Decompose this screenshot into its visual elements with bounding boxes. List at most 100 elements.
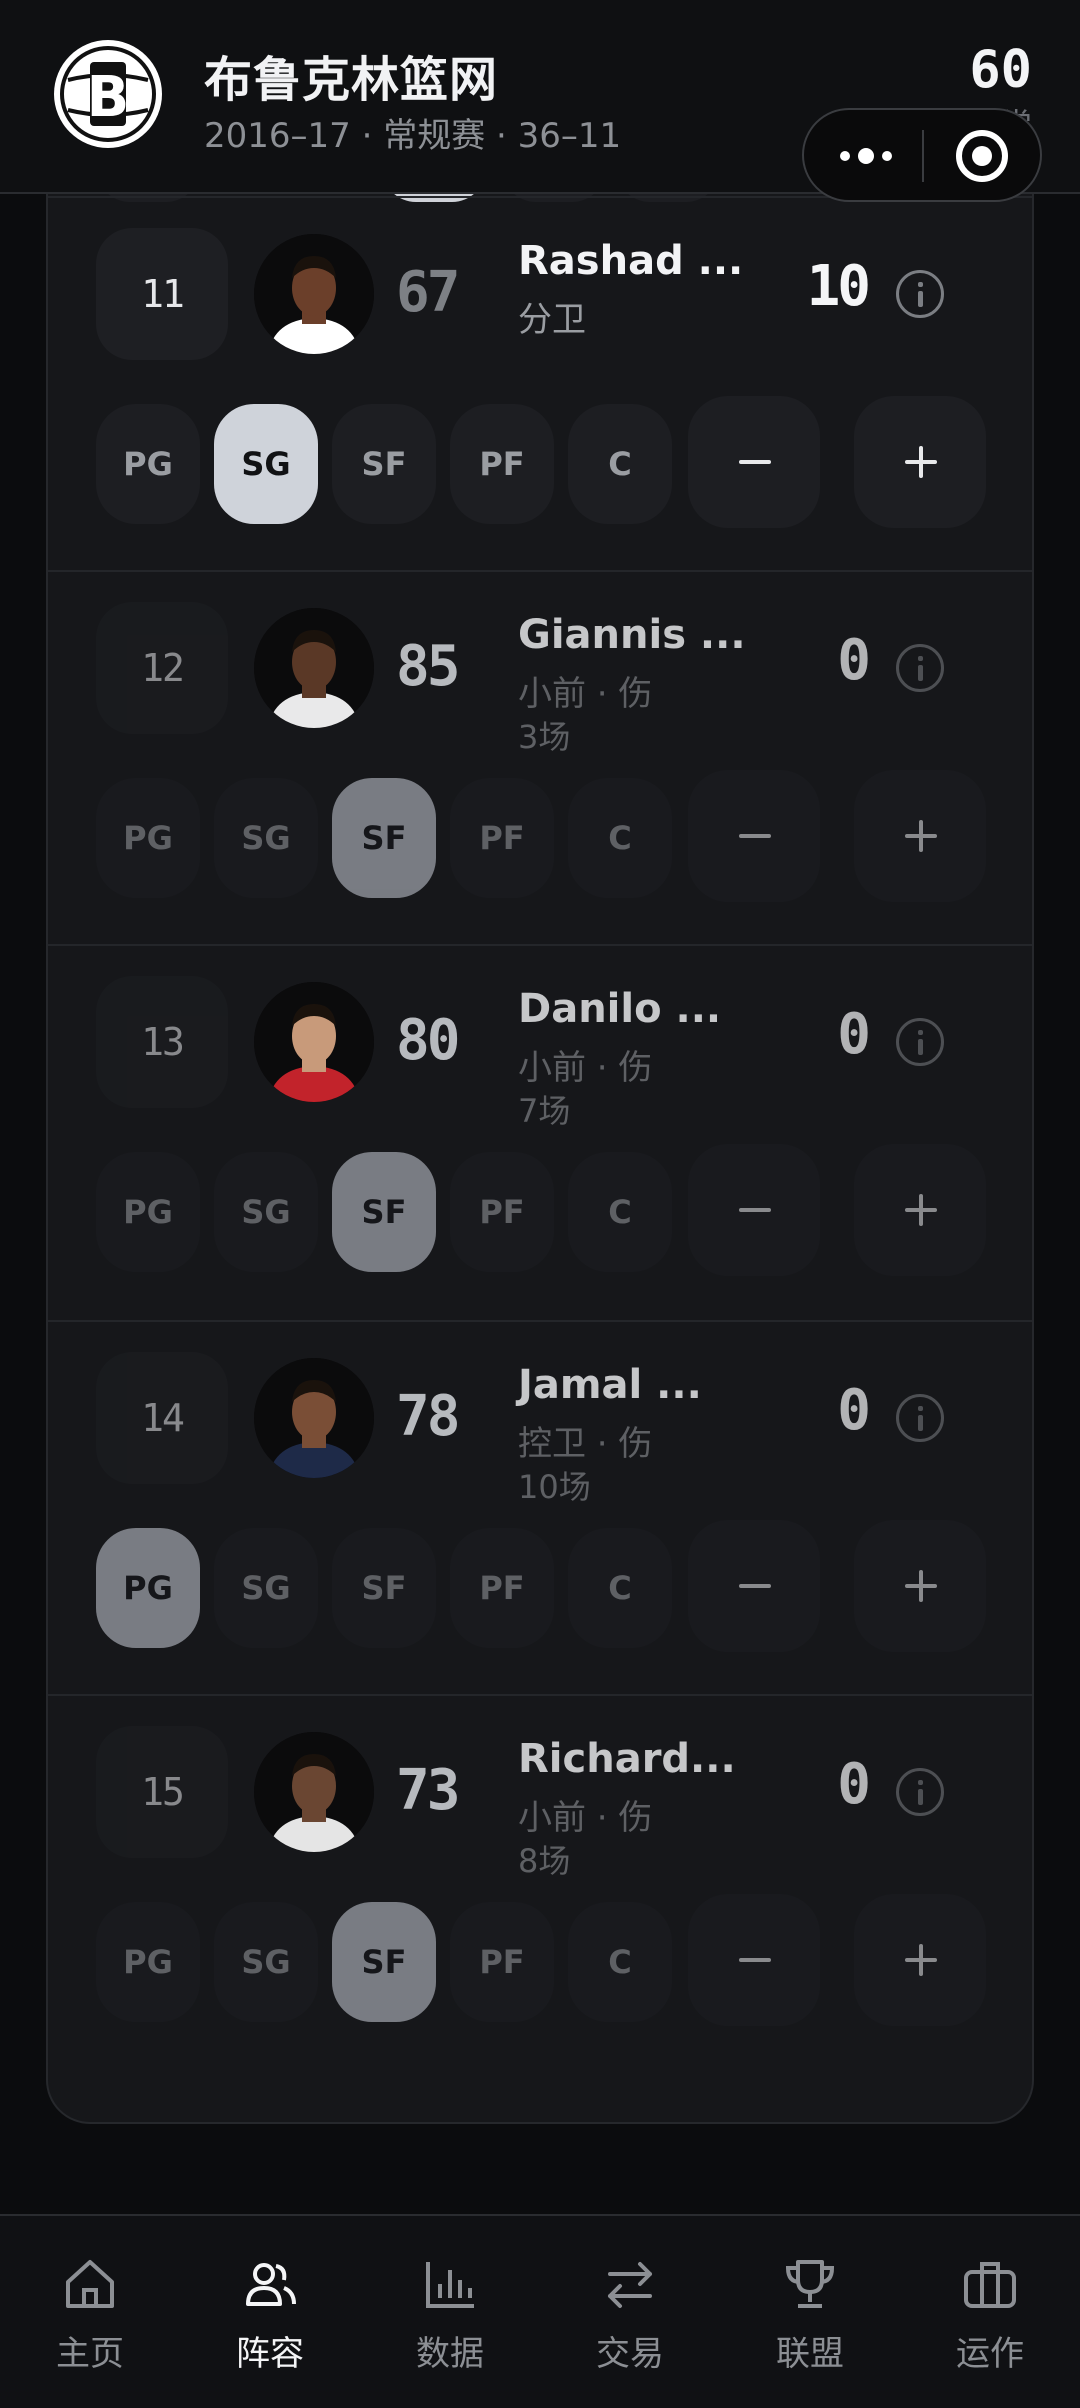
increase-minutes-button[interactable] <box>854 770 986 902</box>
bottom-tab-bar: 主页 阵容 数据 交易 联盟 运作 <box>0 2214 1080 2408</box>
position-chip-sf[interactable]: SF <box>332 1528 436 1648</box>
more-menu-button[interactable] <box>834 110 904 200</box>
position-chip-sf[interactable]: SF <box>332 1902 436 2022</box>
season-record: 2016–17 · 常规赛 · 36–11 <box>204 116 622 156</box>
info-icon[interactable] <box>896 1768 944 1816</box>
player-minutes: 0 <box>837 1002 871 1067</box>
position-chip-pf[interactable]: PF <box>450 1902 554 2022</box>
decrease-minutes-button[interactable] <box>688 1520 820 1652</box>
plus-icon-vertical <box>919 1944 923 1976</box>
player-rating: 85 <box>396 634 460 699</box>
plus-icon-vertical <box>919 1570 923 1602</box>
tab-label: 运作 <box>956 2334 1024 2374</box>
player-name[interactable]: Jamal ... <box>518 1362 702 1408</box>
jersey-number: 14 <box>96 1352 228 1484</box>
player-avatar <box>254 1358 374 1478</box>
position-chip-sf[interactable]: SF <box>332 1152 436 1272</box>
player-position-status: 小前 · 伤 <box>518 674 653 714</box>
position-chip-sg[interactable]: SG <box>214 1528 318 1648</box>
tab-roster[interactable]: 阵容 <box>180 2216 360 2408</box>
player-position-status: 小前 · 伤 <box>518 1798 653 1838</box>
decrease-minutes-button[interactable] <box>688 396 820 528</box>
player-minutes: 0 <box>837 1752 871 1817</box>
tab-home[interactable]: 主页 <box>0 2216 180 2408</box>
position-chip-c[interactable]: C <box>568 1152 672 1272</box>
home-icon <box>60 2254 120 2314</box>
position-chip-c[interactable]: C <box>568 1528 672 1648</box>
position-chip-pf[interactable]: PF <box>450 404 554 524</box>
player-rating: 78 <box>396 1384 460 1449</box>
team-name: 布鲁克林篮网 <box>204 52 499 108</box>
position-chip-pg[interactable]: PG <box>96 1528 200 1648</box>
more-dot-icon <box>840 151 850 161</box>
increase-minutes-button[interactable] <box>854 1520 986 1652</box>
player-rating: 67 <box>396 260 460 325</box>
player-name[interactable]: Giannis ... <box>518 612 746 658</box>
tab-league[interactable]: 联盟 <box>720 2216 900 2408</box>
minus-icon <box>739 460 771 464</box>
info-icon[interactable] <box>896 1018 944 1066</box>
position-chip-pf[interactable]: PF <box>450 1528 554 1648</box>
trade-icon <box>600 2254 660 2314</box>
info-icon[interactable] <box>896 644 944 692</box>
increase-minutes-button[interactable] <box>854 396 986 528</box>
player-avatar <box>254 608 374 728</box>
position-chip-pf[interactable]: PF <box>450 778 554 898</box>
tab-stats[interactable]: 数据 <box>360 2216 540 2408</box>
tab-operations[interactable]: 运作 <box>900 2216 1080 2408</box>
position-chip-pf[interactable]: PF <box>450 1152 554 1272</box>
player-position-status: 控卫 · 伤 <box>518 1424 653 1464</box>
player-row: 12 85 Giannis ... 小前 · 伤 3场 0 PG SG SF PF C <box>48 570 1032 944</box>
decrease-minutes-button[interactable] <box>688 1894 820 2026</box>
position-chip-c[interactable]: C <box>568 1902 672 2022</box>
player-avatar <box>254 1732 374 1852</box>
roster-icon <box>240 2254 300 2314</box>
player-name[interactable]: Danilo ... <box>518 986 721 1032</box>
position-chip-sg[interactable]: SG <box>214 1902 318 2022</box>
player-row: 15 73 Richard... 小前 · 伤 8场 0 PG SG SF PF C <box>48 1694 1032 2068</box>
plus-icon-vertical <box>919 1194 923 1226</box>
more-dot-icon <box>858 148 874 164</box>
position-chip-sg[interactable]: SG <box>214 778 318 898</box>
tab-label: 数据 <box>416 2334 484 2374</box>
tab-label: 联盟 <box>776 2334 844 2374</box>
player-avatar <box>254 234 374 354</box>
position-chip-sf[interactable]: SF <box>332 778 436 898</box>
jersey-number: 15 <box>96 1726 228 1858</box>
increase-minutes-button[interactable] <box>854 1144 986 1276</box>
miniprogram-capsule <box>802 108 1042 202</box>
tab-label: 主页 <box>56 2334 124 2374</box>
decrease-minutes-button[interactable] <box>688 1144 820 1276</box>
injury-games: 7场 <box>518 1092 571 1130</box>
position-chip-c[interactable]: C <box>568 404 672 524</box>
position-chip-pg[interactable]: PG <box>96 1902 200 2022</box>
close-miniprogram-icon[interactable] <box>956 130 1008 182</box>
injury-games: 10场 <box>518 1468 591 1506</box>
more-dot-icon <box>882 151 892 161</box>
minus-icon <box>739 1584 771 1588</box>
plus-icon-vertical <box>919 446 923 478</box>
player-name[interactable]: Richard... <box>518 1736 736 1782</box>
position-chip-pg[interactable]: PG <box>96 404 200 524</box>
position-chip-pg[interactable]: PG <box>96 778 200 898</box>
briefcase-icon <box>960 2254 1020 2314</box>
position-chip-pg[interactable]: PG <box>96 1152 200 1272</box>
minus-icon <box>739 834 771 838</box>
player-minutes: 0 <box>837 628 871 693</box>
position-chip-sg[interactable]: SG <box>214 404 318 524</box>
minus-icon <box>739 1958 771 1962</box>
position-selector: PG SG SF PF C <box>96 396 986 528</box>
player-minutes: 0 <box>837 1378 871 1443</box>
player-avatar <box>254 982 374 1102</box>
tab-trade[interactable]: 交易 <box>540 2216 720 2408</box>
increase-minutes-button[interactable] <box>854 1894 986 2026</box>
position-chip-sf[interactable]: SF <box>332 404 436 524</box>
player-row: 13 80 Danilo ... 小前 · 伤 7场 0 PG SG SF PF C <box>48 944 1032 1318</box>
info-icon[interactable] <box>896 270 944 318</box>
decrease-minutes-button[interactable] <box>688 770 820 902</box>
position-chip-c[interactable]: C <box>568 778 672 898</box>
player-name[interactable]: Rashad ... <box>518 238 743 284</box>
info-icon[interactable] <box>896 1394 944 1442</box>
jersey-number: 13 <box>96 976 228 1108</box>
position-chip-sg[interactable]: SG <box>214 1152 318 1272</box>
